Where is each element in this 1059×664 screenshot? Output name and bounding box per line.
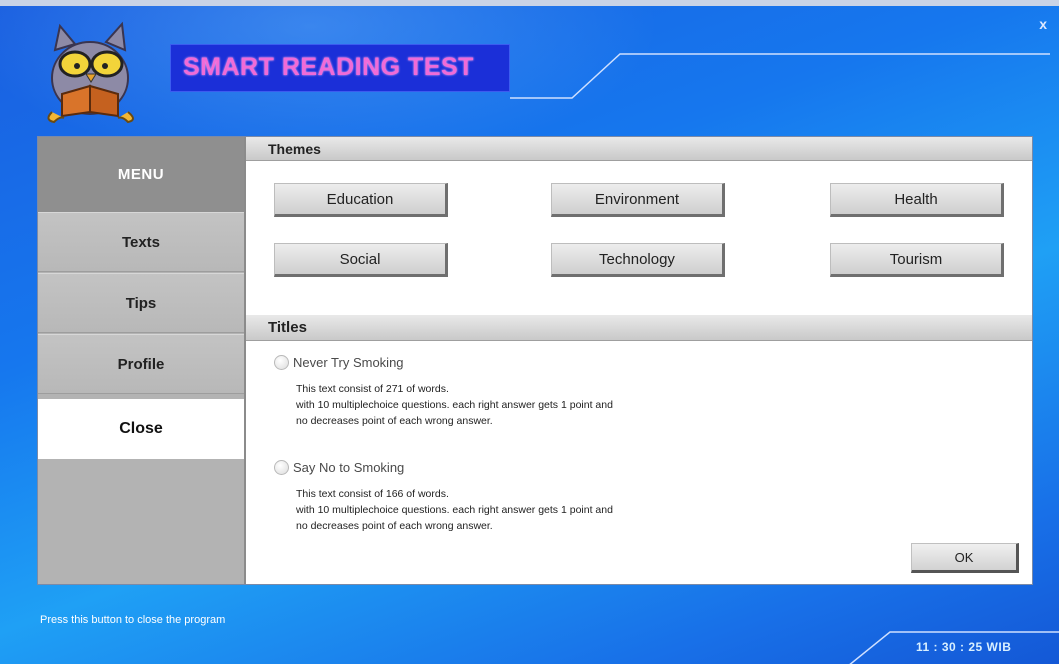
title-banner: SMART READING TEST bbox=[170, 44, 510, 92]
theme-education-button[interactable]: Education bbox=[274, 183, 448, 217]
status-hint: Press this button to close the program bbox=[40, 614, 226, 626]
theme-tourism-button[interactable]: Tourism bbox=[830, 243, 1004, 277]
theme-technology-button[interactable]: Technology bbox=[551, 243, 725, 277]
sidebar-item-tips[interactable]: Tips bbox=[38, 273, 244, 333]
title-label: Say No to Smoking bbox=[293, 460, 405, 475]
theme-environment-button[interactable]: Environment bbox=[551, 183, 725, 217]
title-description: This text consist of 271 of words. with … bbox=[296, 381, 613, 429]
theme-social-button[interactable]: Social bbox=[274, 243, 448, 277]
app-window: x SMART READING TEST MENU Texts Tips Pro… bbox=[0, 0, 1059, 664]
header-decoration bbox=[510, 53, 1050, 99]
app-title: SMART READING TEST bbox=[183, 53, 474, 81]
sidebar-item-profile[interactable]: Profile bbox=[38, 334, 244, 394]
desc-line: with 10 multiplechoice questions. each r… bbox=[296, 504, 613, 516]
footer-decoration bbox=[849, 631, 1059, 664]
sidebar-menu: MENU Texts Tips Profile Close bbox=[38, 137, 246, 584]
title-label: Never Try Smoking bbox=[293, 355, 404, 370]
menu-header: MENU bbox=[38, 137, 244, 212]
title-option-never-try-smoking[interactable]: Never Try Smoking bbox=[274, 355, 404, 370]
content-area: Themes Education Environment Health Soci… bbox=[246, 137, 1032, 584]
main-panel: MENU Texts Tips Profile Close Themes Edu… bbox=[37, 136, 1033, 585]
desc-line: with 10 multiplechoice questions. each r… bbox=[296, 399, 613, 411]
desc-line: This text consist of 166 of words. bbox=[296, 488, 449, 500]
sidebar-item-texts[interactable]: Texts bbox=[38, 212, 244, 272]
title-description: This text consist of 166 of words. with … bbox=[296, 486, 613, 534]
themes-heading: Themes bbox=[246, 137, 1032, 161]
title-option-say-no-to-smoking[interactable]: Say No to Smoking bbox=[274, 460, 404, 475]
ok-button[interactable]: OK bbox=[911, 543, 1019, 573]
desc-line: This text consist of 271 of words. bbox=[296, 383, 449, 395]
clock-display: 11 : 30 : 25 WIB bbox=[916, 640, 1012, 654]
radio-button[interactable] bbox=[274, 355, 289, 370]
sidebar-item-close[interactable]: Close bbox=[38, 399, 244, 459]
theme-health-button[interactable]: Health bbox=[830, 183, 1004, 217]
radio-button[interactable] bbox=[274, 460, 289, 475]
desc-line: no decreases point of each wrong answer. bbox=[296, 520, 493, 532]
desc-line: no decreases point of each wrong answer. bbox=[296, 415, 493, 427]
owl-logo bbox=[47, 21, 134, 124]
close-window-button[interactable]: x bbox=[1039, 16, 1047, 32]
titles-heading: Titles bbox=[246, 315, 1032, 341]
